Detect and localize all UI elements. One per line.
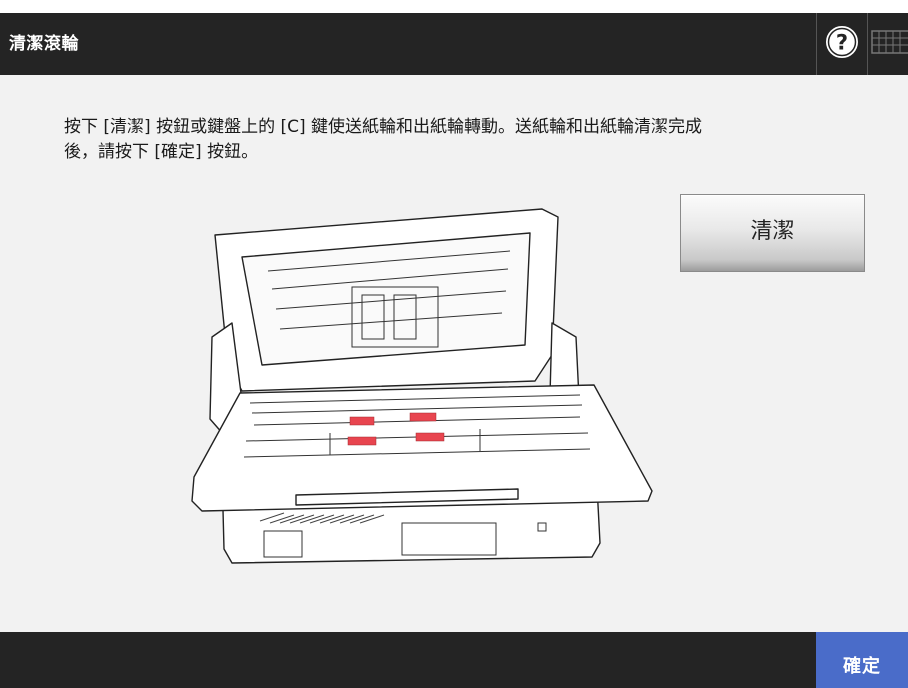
ok-button[interactable]: 確定 <box>816 632 908 688</box>
instruction-text: 按下 [清潔] 按鈕或鍵盤上的 [C] 鍵使送紙輪和出紙輪轉動。送紙輪和出紙輪清… <box>64 115 864 165</box>
keyboard-icon <box>871 29 908 59</box>
instruction-line-2: 後，請按下 [確定] 按鈕。 <box>64 142 259 162</box>
footer-bar: 確定 <box>0 632 908 688</box>
help-button[interactable]: ? <box>816 13 868 75</box>
clean-button[interactable]: 清潔 <box>680 194 865 272</box>
content-area: 按下 [清潔] 按鈕或鍵盤上的 [C] 鍵使送紙輪和出紙輪轉動。送紙輪和出紙輪清… <box>0 75 908 632</box>
page-title: 清潔滾輪 <box>9 34 79 54</box>
svg-text:?: ? <box>836 31 848 55</box>
top-strip <box>0 0 908 13</box>
title-bar: 清潔滾輪 ? <box>0 13 908 75</box>
keyboard-button[interactable] <box>867 13 908 75</box>
instruction-line-1: 按下 [清潔] 按鈕或鍵盤上的 [C] 鍵使送紙輪和出紙輪轉動。送紙輪和出紙輪清… <box>64 117 703 137</box>
help-icon: ? <box>824 24 860 64</box>
scanner-illustration <box>180 205 660 565</box>
